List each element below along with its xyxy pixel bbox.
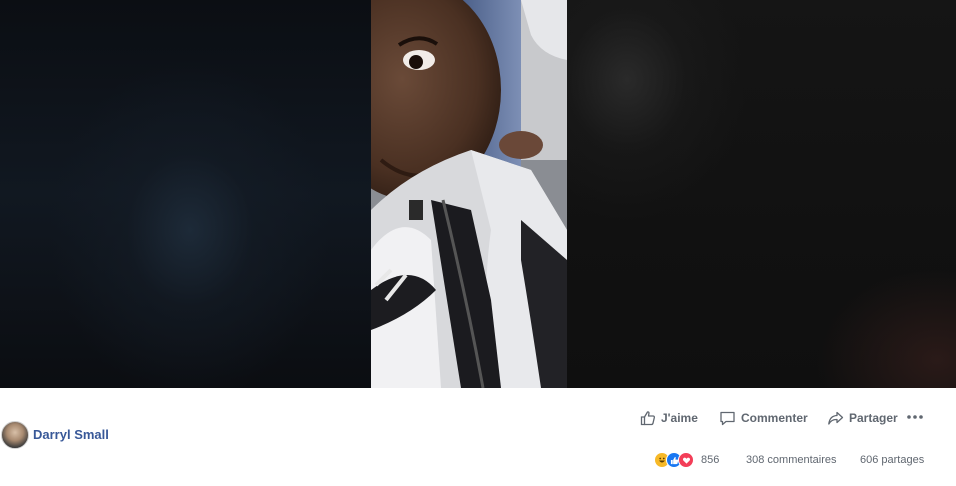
comment-label: Commenter (741, 411, 808, 425)
share-arrow-icon (828, 411, 844, 425)
reaction-count[interactable]: 856 (701, 454, 719, 466)
video-blur-left (0, 0, 371, 388)
share-button[interactable]: Partager (827, 409, 898, 427)
speech-bubble-icon (720, 411, 735, 426)
video-still-image (371, 0, 567, 388)
video-frame[interactable] (371, 0, 567, 388)
video-blur-right (567, 0, 956, 388)
like-button[interactable]: J'aime (640, 409, 698, 427)
video-player[interactable] (0, 0, 956, 388)
more-horizontal-icon (907, 415, 923, 419)
share-label: Partager (849, 411, 898, 425)
shares-count-link[interactable]: 606 partages (860, 454, 924, 466)
reactions-summary[interactable] (654, 452, 694, 468)
comments-count-link[interactable]: 308 commentaires (746, 454, 837, 466)
like-label: J'aime (661, 411, 698, 425)
love-reaction-icon (678, 452, 694, 468)
author-name-link[interactable]: Darryl Small (33, 427, 109, 442)
author-avatar[interactable] (1, 421, 29, 449)
post-info-bar (0, 388, 956, 486)
thumbs-up-icon (640, 411, 655, 426)
more-options-button[interactable] (906, 410, 924, 424)
comment-button[interactable]: Commenter (719, 409, 808, 427)
